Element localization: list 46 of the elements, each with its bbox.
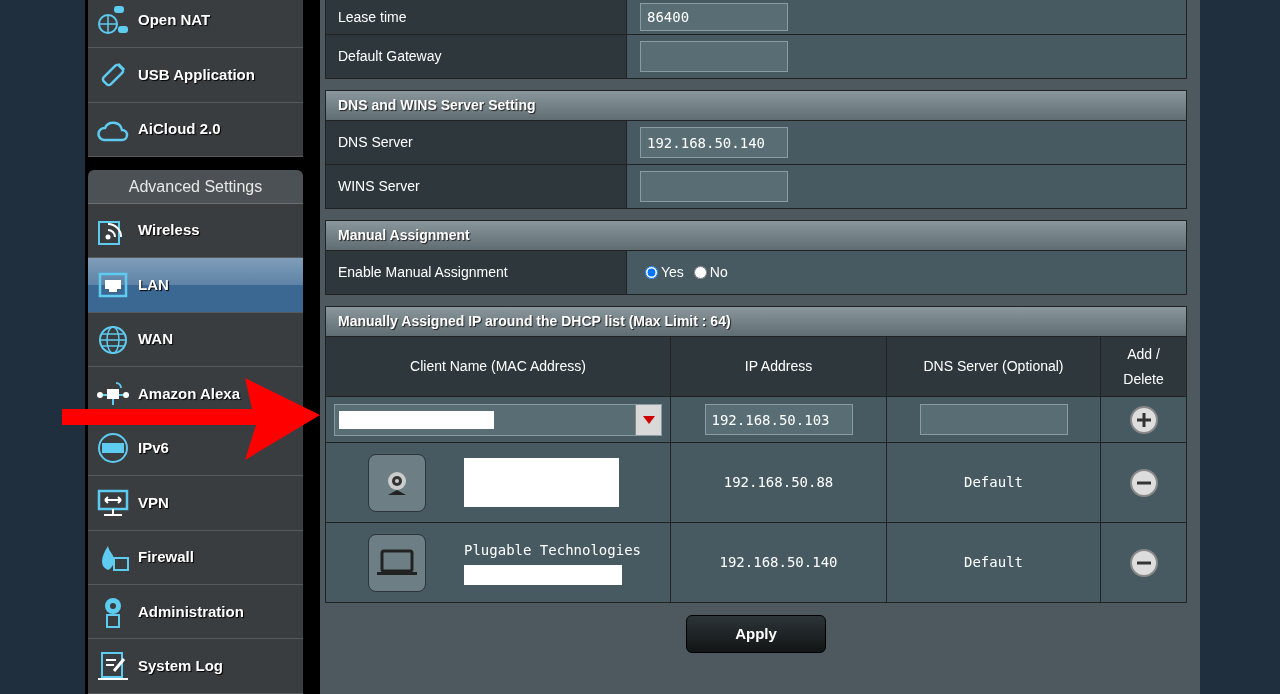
sidebar-item[interactable]: VPN [88,476,303,531]
section-header: DNS and WINS Server Setting [325,90,1187,121]
ip-address: 192.168.50.88 [723,473,834,492]
remove-icon[interactable] [1128,547,1159,578]
field-label: Default Gateway [338,47,442,66]
client-name: Plugable Technologies [464,541,641,561]
field-label: WINS Server [338,177,420,196]
column-header: Add / Delete [1122,344,1165,389]
ip-address: 192.168.50.140 [719,553,838,572]
dns-server: Default [964,473,1023,492]
ip-input-field[interactable]: 192.168.50.103 [704,404,853,435]
client-dropdown[interactable] [334,403,662,436]
sidebar-item[interactable]: LAN [88,258,303,313]
laptop-icon [375,547,419,578]
radio-button[interactable] [693,266,707,279]
sidebar-item[interactable]: AiCloud 2.0 [88,102,303,158]
section-header: Manually Assigned IP around the DHCP list (Max Limit : 64) [325,306,1187,337]
sidebar-item[interactable]: System Log [88,639,303,694]
field-label: Lease time [338,7,407,27]
field-label: DNS Server [338,133,413,152]
section-header: Manual Assignment [325,220,1187,251]
radio-button[interactable] [645,266,658,279]
sidebar-item[interactable]: USB Application [88,48,303,103]
column-header: Client Name (MAC Address) [410,357,586,376]
radio-label[interactable]: Yes [661,262,684,283]
sidebar-item[interactable]: Wireless [88,203,303,259]
dns-input-field[interactable] [919,404,1068,435]
sidebar-section-title: Advanced Settings [88,170,303,204]
radio-label[interactable]: No [709,262,728,283]
add-icon[interactable] [1128,404,1159,435]
input-field[interactable]: 192.168.50.140 [640,127,788,158]
caret-icon [642,415,655,424]
column-header: DNS Server (Optional) [923,357,1064,376]
field-label: Enable Manual Assignment [338,263,508,282]
apply-button[interactable]: Apply [686,615,826,653]
column-header: IP Address [744,357,813,376]
input-field[interactable] [640,41,788,72]
dns-server: Default [964,553,1023,572]
sidebar-item[interactable]: Firewall [88,530,303,586]
sidebar-item[interactable]: Open NAT [88,0,303,49]
ipv6-icon [96,431,130,466]
remove-icon[interactable] [1128,467,1159,498]
sidebar-item[interactable]: WAN [88,312,303,368]
sidebar-item[interactable]: Administration [88,585,303,640]
input-field[interactable]: 86400 [640,3,788,31]
input-field[interactable] [640,171,788,202]
